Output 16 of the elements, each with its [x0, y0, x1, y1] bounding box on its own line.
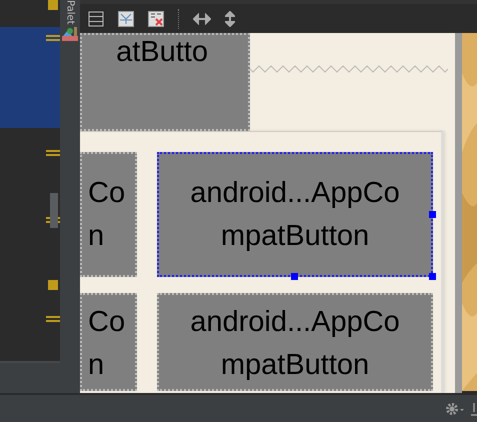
clear-constraints-icon[interactable] — [148, 10, 164, 26]
app-compat-button[interactable]: android...AppCo mpatButton — [157, 152, 433, 277]
baseline-icon[interactable] — [118, 10, 134, 26]
palette-icon[interactable] — [62, 27, 78, 41]
marker-icon — [48, 0, 58, 10]
app-compat-button[interactable]: android...AppCo mpatButton — [157, 293, 433, 391]
vertical-resize-icon[interactable] — [225, 10, 235, 26]
horizontal-resize-icon[interactable] — [193, 12, 211, 24]
app-compat-button[interactable]: atButto — [80, 33, 250, 131]
settings-icon[interactable] — [445, 402, 465, 416]
marker-icon — [48, 280, 58, 290]
app-compat-button[interactable]: Co n — [80, 293, 137, 391]
table-layout-icon[interactable] — [88, 10, 104, 26]
app-compat-button[interactable]: Co n — [80, 152, 137, 277]
scrollbar-thumb[interactable] — [50, 193, 58, 228]
palette-tab[interactable]: Palet — [64, 0, 76, 24]
